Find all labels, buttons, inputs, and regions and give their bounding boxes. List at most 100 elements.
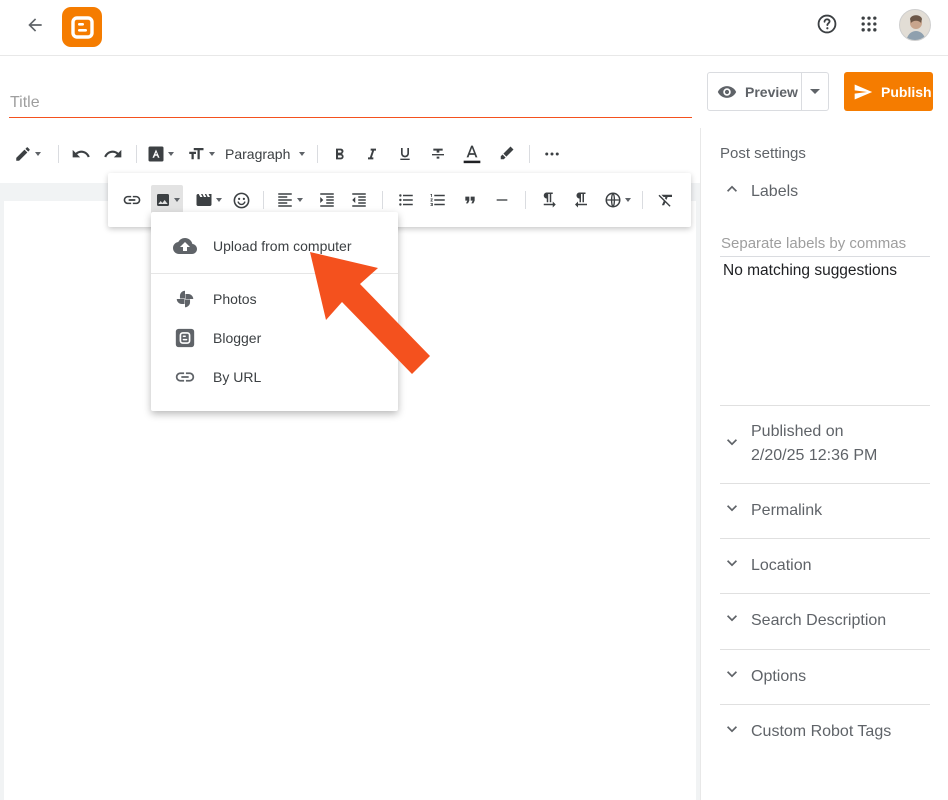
- link-icon: [123, 195, 141, 205]
- top-bar: [0, 0, 948, 56]
- highlighter-icon: [501, 146, 514, 160]
- toolbar-divider: [263, 191, 264, 209]
- paragraph-style-button[interactable]: Paragraph: [225, 139, 306, 169]
- help-circle-icon: [817, 14, 837, 34]
- bulleted-list-button[interactable]: [391, 185, 421, 215]
- numbered-list-icon: [430, 194, 445, 206]
- published-on-section[interactable]: Published on 2/20/25 12:36 PM: [720, 420, 930, 468]
- undo-button[interactable]: [67, 139, 95, 169]
- post-settings-heading: Post settings: [720, 145, 806, 162]
- back-button[interactable]: [22, 12, 48, 38]
- strikethrough-icon: [432, 148, 445, 159]
- font-button[interactable]: [145, 139, 175, 169]
- section-divider: [720, 593, 930, 594]
- section-location[interactable]: Location: [720, 554, 930, 578]
- labels-input[interactable]: [720, 231, 930, 257]
- section-label: Location: [751, 557, 812, 574]
- post-title-input[interactable]: [9, 88, 692, 118]
- paragraph-style-label: Paragraph: [225, 146, 291, 162]
- caret-down-icon: [167, 152, 174, 156]
- rtl-button[interactable]: [566, 185, 596, 215]
- section-divider: [720, 538, 930, 539]
- more-options-button[interactable]: [538, 139, 566, 169]
- text-color-icon: [464, 145, 481, 164]
- section-permalink[interactable]: Permalink: [720, 499, 930, 523]
- section-label: Custom Robot Tags: [751, 723, 892, 740]
- menu-item-upload-from-computer[interactable]: Upload from computer: [151, 228, 398, 264]
- clear-formatting-button[interactable]: [651, 185, 681, 215]
- menu-item-photos[interactable]: Photos: [151, 281, 398, 317]
- menu-divider: [151, 273, 398, 274]
- avatar[interactable]: [899, 9, 931, 41]
- toolbar-divider: [136, 145, 137, 163]
- caret-down-icon: [34, 152, 41, 156]
- text-size-icon: [188, 148, 203, 160]
- insert-image-button[interactable]: [151, 185, 183, 215]
- compose-mode-button[interactable]: [10, 139, 44, 169]
- insert-emoji-button[interactable]: [227, 185, 255, 215]
- toolbar-divider: [317, 145, 319, 163]
- outdent-button[interactable]: [344, 185, 374, 215]
- apps-grid-icon: [861, 16, 877, 32]
- menu-item-label: Photos: [213, 291, 257, 307]
- labels-section-header[interactable]: Labels: [720, 180, 930, 204]
- link-icon: [173, 365, 197, 389]
- quote-button[interactable]: [455, 185, 485, 215]
- caret-down-icon: [624, 198, 631, 202]
- strikethrough-button[interactable]: [423, 139, 453, 169]
- blogger-b-glyph: [71, 16, 94, 39]
- highlight-button[interactable]: [491, 139, 521, 169]
- send-icon: [854, 84, 873, 99]
- cloud-upload-icon: [173, 234, 197, 258]
- italic-button[interactable]: [357, 139, 387, 169]
- chevron-down-icon: [720, 717, 744, 741]
- undo-icon: [72, 149, 90, 158]
- section-options[interactable]: Options: [720, 665, 930, 689]
- text-color-button[interactable]: [456, 139, 488, 169]
- help-button[interactable]: [815, 12, 839, 36]
- numbered-list-button[interactable]: [423, 185, 453, 215]
- font-size-button[interactable]: [183, 139, 217, 169]
- horizontal-rule-button[interactable]: [487, 185, 517, 215]
- italic-icon: [368, 148, 377, 160]
- apps-button[interactable]: [857, 12, 881, 36]
- toolbar-divider: [642, 191, 643, 209]
- indent-increase-icon: [320, 193, 334, 207]
- blogger-icon: [173, 326, 197, 350]
- chevron-down-icon: [720, 430, 744, 454]
- section-search-description[interactable]: Search Description: [720, 609, 930, 633]
- quote-icon: [465, 196, 475, 204]
- insert-video-button[interactable]: [193, 185, 223, 215]
- publish-label: Publish: [881, 83, 932, 100]
- language-button[interactable]: [600, 185, 634, 215]
- formatting-toolbar: Paragraph: [0, 132, 700, 176]
- preview-dropdown-button[interactable]: [802, 73, 828, 110]
- indent-button[interactable]: [312, 185, 342, 215]
- insert-image-menu: Upload from computer Photos Blogger By U…: [151, 212, 398, 411]
- menu-item-by-url[interactable]: By URL: [151, 359, 398, 395]
- preview-group: Preview: [707, 72, 829, 111]
- published-on-title: Published on: [751, 423, 844, 440]
- clear-formatting-icon: [658, 194, 672, 207]
- chevron-up-icon: [720, 177, 744, 201]
- chevron-down-icon: [720, 496, 744, 520]
- align-button[interactable]: [272, 185, 306, 215]
- chevron-down-icon: [720, 606, 744, 630]
- emoji-icon: [233, 192, 249, 208]
- section-divider: [720, 405, 930, 406]
- menu-item-label: By URL: [213, 369, 262, 385]
- preview-button[interactable]: Preview: [708, 73, 802, 110]
- ltr-button[interactable]: [534, 185, 564, 215]
- section-label: Options: [751, 668, 807, 685]
- chevron-down-icon: [720, 662, 744, 686]
- redo-button[interactable]: [98, 139, 128, 169]
- menu-item-blogger[interactable]: Blogger: [151, 320, 398, 356]
- blogger-logo[interactable]: [62, 7, 102, 47]
- bold-button[interactable]: [326, 139, 354, 169]
- menu-item-label: Upload from computer: [213, 238, 352, 254]
- font-style-icon: [148, 146, 163, 162]
- section-custom-robot-tags[interactable]: Custom Robot Tags: [720, 720, 930, 744]
- publish-button[interactable]: Publish: [844, 72, 933, 111]
- insert-link-button[interactable]: [119, 185, 145, 215]
- underline-button[interactable]: [390, 139, 420, 169]
